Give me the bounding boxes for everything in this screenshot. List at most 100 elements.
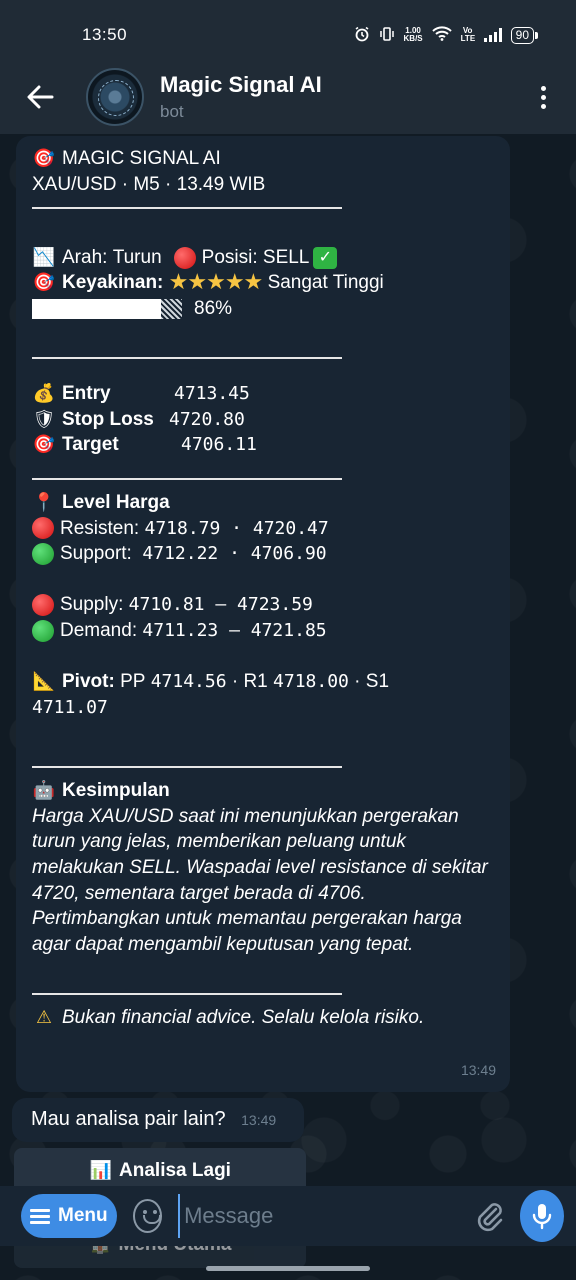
header-title-row: 🎯 MAGIC SIGNAL AI xyxy=(32,146,494,172)
confidence-label: Keyakinan: xyxy=(62,272,164,294)
confidence-bar-row: 86% xyxy=(32,296,494,322)
disclaimer-row: ⚠ Bukan financial advice. Selalu kelola … xyxy=(32,1005,494,1031)
target-value: 4706.11 xyxy=(181,434,257,456)
message-input[interactable] xyxy=(178,1194,473,1238)
shield-icon: 🛡 xyxy=(32,408,56,430)
navigation-handle[interactable] xyxy=(206,1266,370,1271)
direction-row: 📉 Arah: Turun Posisi: SELL ✓ xyxy=(32,245,494,271)
followup-time: 13:49 xyxy=(241,1112,277,1128)
divider xyxy=(32,993,342,996)
bot-menu-label: Menu xyxy=(58,1205,108,1226)
chat-subtitle: bot xyxy=(160,102,184,121)
voice-message-button[interactable] xyxy=(519,1190,564,1242)
analisa-lagi-label: Analisa Lagi xyxy=(119,1160,231,1181)
demand-row: Demand: 4711.23 — 4721.85 xyxy=(32,618,494,644)
pin-icon: 📍 xyxy=(32,491,56,513)
green-circle-icon xyxy=(32,619,54,642)
target-dart-icon: 🎯 xyxy=(32,434,56,456)
chat-title: Magic Signal AI xyxy=(160,72,322,97)
pivot-pp: 4714.56 xyxy=(150,671,227,693)
divider xyxy=(32,207,342,210)
position-value: SELL xyxy=(262,246,310,268)
warning-icon: ⚠ xyxy=(35,1006,52,1028)
arrow-left-icon xyxy=(27,85,54,109)
confidence-row: 🎯 Keyakinan: ★★★★★ Sangat Tinggi xyxy=(32,270,494,296)
message-time: 13:49 xyxy=(460,1062,496,1079)
direction-value: Turun xyxy=(112,246,162,268)
level-title-row: 📍 Level Harga xyxy=(32,490,494,516)
stoploss-row: 🛡 Stop Loss 4720.80 xyxy=(32,407,494,433)
pivot-label: Pivot: xyxy=(62,671,115,693)
demand-label: Demand: xyxy=(60,619,138,641)
more-options-button[interactable] xyxy=(528,77,558,117)
volte-icon: Vo LTE xyxy=(460,26,476,43)
red-circle-icon xyxy=(173,246,196,269)
header-title: MAGIC SIGNAL AI xyxy=(62,148,221,169)
supply-label: Supply: xyxy=(60,594,124,616)
divider xyxy=(32,766,342,769)
status-time: 13:50 xyxy=(82,25,128,44)
pivot-s1-label: S1 xyxy=(365,671,390,693)
message-input-bar: Menu xyxy=(0,1186,576,1246)
conclusion-title: Kesimpulan xyxy=(62,780,170,802)
support-label: Support: xyxy=(60,543,132,565)
confidence-text: Sangat Tinggi xyxy=(267,272,384,294)
check-mark-icon: ✓ xyxy=(313,246,338,269)
vibrate-icon xyxy=(379,26,395,45)
support-values: 4712.22 · 4706.90 xyxy=(142,543,327,565)
money-bag-icon: 💰 xyxy=(32,382,56,404)
stoploss-value: 4720.80 xyxy=(169,408,245,430)
signal-message: 🎯 MAGIC SIGNAL AI XAU/USD · M5 · 13.49 W… xyxy=(16,136,510,1092)
wifi-icon xyxy=(431,26,452,44)
pivot-s1: 4711.07 xyxy=(32,696,108,718)
pivot-row: 📐 Pivot: PP 4714.56 · R1 4718.00 · S1 xyxy=(32,669,494,695)
attach-button[interactable] xyxy=(472,1196,506,1236)
entry-label: Entry xyxy=(62,383,111,405)
status-icons: 1.00 KB/S Vo LTE 90 xyxy=(354,26,539,45)
triangle-ruler-icon: 📐 xyxy=(32,670,56,692)
resisten-row: Resisten: 4718.79 · 4720.47 xyxy=(32,516,494,542)
back-button[interactable] xyxy=(20,77,60,117)
paperclip-icon xyxy=(477,1203,503,1232)
pivot-r1-label: R1 xyxy=(243,671,268,693)
network-speed: 1.00 KB/S xyxy=(404,27,423,43)
bot-avatar[interactable] xyxy=(86,68,144,126)
battery-icon: 90 xyxy=(510,26,539,44)
hamburger-icon xyxy=(30,1208,51,1224)
demand-values: 4711.23 — 4721.85 xyxy=(142,619,327,641)
signal-icon xyxy=(483,28,502,42)
followup-message: Mau analisa pair lain? 13:49 xyxy=(12,1098,304,1142)
support-row: Support: 4712.22 · 4706.90 xyxy=(32,541,494,567)
conclusion-title-row: 🤖 Kesimpulan xyxy=(32,778,494,804)
chat-header: Magic Signal AI bot xyxy=(0,60,576,134)
resisten-label: Resisten: xyxy=(60,517,140,539)
entry-row: 💰 Entry 4713.45 xyxy=(32,381,494,407)
divider xyxy=(32,357,342,360)
position-label: Posisi: xyxy=(201,246,258,268)
entry-value: 4713.45 xyxy=(174,383,250,405)
divider xyxy=(32,477,342,480)
supply-values: 4710.81 — 4723.59 xyxy=(128,594,313,616)
followup-text: Mau analisa pair lain? xyxy=(31,1108,226,1130)
microphone-icon xyxy=(532,1204,552,1230)
pivot-row-continued: 4711.07 xyxy=(32,695,494,721)
chat-title-block[interactable]: Magic Signal AI bot xyxy=(160,72,528,122)
stoploss-label: Stop Loss xyxy=(62,408,154,430)
target-dart-icon: 🎯 xyxy=(32,147,56,169)
pivot-pp-label: PP xyxy=(120,671,146,693)
red-circle-icon xyxy=(32,594,54,617)
pivot-r1: 4718.00 xyxy=(273,671,349,693)
bot-menu-button[interactable]: Menu xyxy=(21,1194,117,1238)
emoji-icon[interactable] xyxy=(132,1199,163,1233)
level-title: Level Harga xyxy=(62,491,170,513)
confidence-stars: ★★★★★ xyxy=(168,270,264,296)
resisten-values: 4718.79 · 4720.47 xyxy=(144,517,329,539)
confidence-percent: 86% xyxy=(194,297,233,319)
target-label: Target xyxy=(62,434,119,456)
robot-icon: 🤖 xyxy=(32,780,56,802)
header-info: XAU/USD · M5 · 13.49 WIB xyxy=(32,173,266,195)
target-row: 🎯 Target 4706.11 xyxy=(32,432,494,458)
direction-label: Arah: xyxy=(62,246,108,268)
confidence-progress-bar xyxy=(32,298,182,319)
red-circle-icon xyxy=(32,517,54,540)
